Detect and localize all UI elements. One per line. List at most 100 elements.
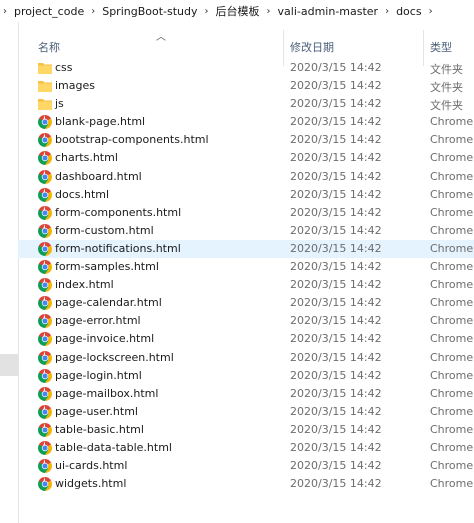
chrome-icon [38,477,52,492]
file-name[interactable]: table-data-table.html [55,441,172,454]
file-row[interactable]: page-error.html 2020/3/15 14:42 Chrome [18,312,474,330]
file-modified-date: 2020/3/15 14:42 [290,79,382,93]
file-row[interactable]: form-notifications.html 2020/3/15 14:42 Ch… [18,239,474,259]
file-type: Chrome [430,260,474,274]
file-modified-date: 2020/3/15 14:42 [290,61,382,74]
file-name[interactable]: ui-cards.html [55,459,127,472]
file-type: Chrome [430,440,474,454]
file-name[interactable]: form-components.html [55,206,181,219]
file-modified-date: 2020/3/15 14:42 [290,223,382,237]
breadcrumb-item[interactable]: 后台模板 [212,3,264,19]
file-name[interactable]: page-lockscreen.html [55,351,174,364]
file-name[interactable]: form-samples.html [55,260,159,273]
file-modified-date: 2020/3/15 14:42 [290,477,382,491]
breadcrumb-item[interactable]: docs [392,5,426,18]
file-name[interactable]: images [55,79,95,92]
file-name[interactable]: css [55,61,73,74]
file-row[interactable]: page-user.html 2020/3/15 14:42 Chrome [18,403,474,421]
file-row[interactable]: charts.html 2020/3/15 14:42 Chrome [18,149,474,167]
column-name-header[interactable]: 名称 [38,39,60,55]
file-name[interactable]: form-custom.html [55,224,154,237]
file-row[interactable]: bootstrap-components.html 2020/3/15 14:42… [18,131,474,149]
sort-ascending-icon[interactable]: ︿ [156,28,166,43]
chrome-icon [38,422,52,437]
navigation-pane[interactable] [0,22,19,523]
file-type: Chrome [430,404,474,418]
file-name[interactable]: index.html [55,278,114,291]
chrome-icon [38,440,52,455]
chrome-icon [38,115,52,130]
file-row[interactable]: dashboard.html 2020/3/15 14:42 Chrome [18,168,474,186]
file-name[interactable]: page-login.html [55,369,142,382]
breadcrumb-separator-icon[interactable]: › [426,6,436,17]
chrome-icon [38,350,52,365]
file-name[interactable]: charts.html [55,151,118,164]
file-name[interactable]: page-user.html [55,405,138,418]
breadcrumb-separator-icon[interactable]: › [202,6,212,17]
chrome-icon [38,404,52,419]
file-row[interactable]: js 2020/3/15 14:42 文件夹 [18,95,474,113]
file-row[interactable]: form-samples.html 2020/3/15 14:42 Chrome [18,258,474,276]
file-name[interactable]: dashboard.html [55,170,142,183]
file-name[interactable]: page-error.html [55,314,141,327]
file-name[interactable]: form-notifications.html [55,242,181,255]
chrome-icon [38,314,52,329]
file-modified-date: 2020/3/15 14:42 [290,368,382,382]
breadcrumb-item[interactable]: vali-admin-master [274,5,383,18]
file-modified-date: 2020/3/15 14:42 [290,169,382,183]
file-modified-date: 2020/3/15 14:42 [290,314,382,328]
file-row[interactable]: page-lockscreen.html 2020/3/15 14:42 Chrom… [18,349,474,367]
file-modified-date: 2020/3/15 14:42 [290,115,382,129]
file-row[interactable]: form-components.html 2020/3/15 14:42 Chrom… [18,204,474,222]
file-row[interactable]: index.html 2020/3/15 14:42 Chrome [18,276,474,294]
chrome-icon [38,332,52,347]
breadcrumb-separator-icon[interactable]: › [88,6,98,17]
breadcrumb-item[interactable]: SpringBoot-study [98,5,201,18]
breadcrumb-separator-icon[interactable]: › [0,6,10,17]
file-type: Chrome [430,133,474,147]
file-modified-date: 2020/3/15 14:42 [290,422,382,436]
file-name[interactable]: blank-page.html [55,115,145,128]
file-row[interactable]: table-basic.html 2020/3/15 14:42 Chrome [18,421,474,439]
file-name[interactable]: table-basic.html [55,423,144,436]
file-row[interactable]: widgets.html 2020/3/15 14:42 Chrome [18,475,474,493]
file-name[interactable]: js [55,97,64,110]
column-date-header[interactable]: 修改日期 [290,39,334,55]
file-type: Chrome [430,477,474,491]
file-modified-date: 2020/3/15 14:42 [290,187,382,201]
file-row[interactable]: css 2020/3/15 14:42 文件夹 [18,59,474,77]
file-name[interactable]: widgets.html [55,477,126,490]
file-name[interactable]: page-invoice.html [55,332,154,345]
file-name[interactable]: page-mailbox.html [55,387,158,400]
file-modified-date: 2020/3/15 14:42 [290,440,382,454]
file-row[interactable]: table-data-table.html 2020/3/15 14:42 Chro… [18,439,474,457]
file-modified-date: 2020/3/15 14:42 [290,278,382,292]
file-name[interactable]: page-calendar.html [55,296,162,309]
breadcrumb-separator-icon[interactable]: › [264,6,274,17]
breadcrumb-separator-icon[interactable]: › [382,6,392,17]
file-type: 文件夹 [430,63,463,76]
file-row[interactable]: page-login.html 2020/3/15 14:42 Chrome [18,367,474,385]
breadcrumb-item[interactable]: project_code [10,5,88,18]
file-row[interactable]: docs.html 2020/3/15 14:42 Chrome [18,186,474,204]
file-name[interactable]: bootstrap-components.html [55,133,209,146]
file-modified-date: 2020/3/15 14:42 [290,350,382,364]
chrome-icon [38,133,52,148]
file-row[interactable]: blank-page.html 2020/3/15 14:42 Chrome [18,113,474,131]
file-name[interactable]: docs.html [55,188,109,201]
file-type: Chrome [430,386,474,400]
pane-scroll-handle[interactable] [0,354,18,376]
file-row[interactable]: images 2020/3/15 14:42 文件夹 [18,77,474,95]
file-type: Chrome [430,169,474,183]
file-type: Chrome [430,205,474,219]
file-row[interactable]: page-calendar.html 2020/3/15 14:42 Chrome [18,294,474,312]
file-row[interactable]: form-custom.html 2020/3/15 14:42 Chrome [18,222,474,240]
file-modified-date: 2020/3/15 14:42 [290,404,382,418]
file-row[interactable]: page-mailbox.html 2020/3/15 14:42 Chrome [18,385,474,403]
file-modified-date: 2020/3/15 14:42 [290,205,382,219]
column-type-header[interactable]: 类型 [430,39,452,55]
file-type: Chrome [430,350,474,364]
file-row[interactable]: ui-cards.html 2020/3/15 14:42 Chrome [18,457,474,475]
file-row[interactable]: page-invoice.html 2020/3/15 14:42 Chrome [18,330,474,348]
chrome-icon [38,278,52,293]
